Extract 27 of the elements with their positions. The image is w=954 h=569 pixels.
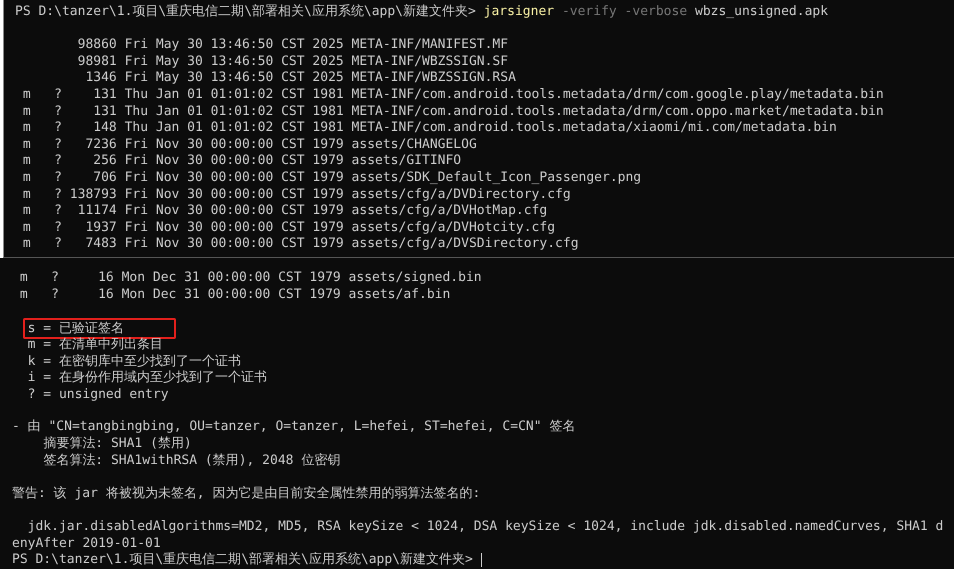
file-entry-line: m ? 706 Fri Nov 30 00:00:00 CST 1979 assets/SDK_Default_Icon_Passenger.png xyxy=(22,170,642,187)
file-entry-line: m ? 7236 Fri Nov 30 00:00:00 CST 1979 assets/CHANGELOG xyxy=(22,136,478,154)
file-entry-line: 1346 Fri May 30 13:46:50 CST 2025 META-INF/WBZSSIGN.RSA xyxy=(84,70,517,87)
warning-line: 警告: 该 jar 将被视为未签名, 因为它是由目前安全属性禁用的弱算法签名的: xyxy=(12,486,482,502)
file-entry-line: m ? 16 Mon Dec 31 00:00:00 CST 1979 assets/af.bin xyxy=(18,286,452,304)
file-entry-line: m ? 11174 Fri Nov 30 00:00:00 CST 1979 assets/cfg/a/DVHotMap.cfg xyxy=(22,203,548,220)
prompt-line: PS D:\tanzer\1.项目\重庆电信二期\部署相关\应用系统\app\新建文件夹> xyxy=(12,552,473,569)
file-entry-line: m ? 16 Mon Dec 31 00:00:00 CST 1979 assets/signed.bin xyxy=(18,270,483,287)
legend-line: i = 在身份作用域内至少找到了一个证书 xyxy=(28,370,267,386)
file-entry-line: m ? 138793 Fri Nov 30 00:00:00 CST 1979 assets/cfg/a/DVDirectory.cfg xyxy=(22,186,572,204)
text-cursor xyxy=(480,553,482,568)
file-entry-line: m ? 131 Thu Jan 01 01:01:02 CST 1981 META-INF/com.android.tools.metadata/drm/com.oppo.market/metadata.bin xyxy=(22,104,885,120)
legend-line: m = 在清单中列出条目 xyxy=(28,337,163,352)
command-line: PS D:\tanzer\1.项目\重庆电信二期\部署相关\应用系统\app\新建文件夹> jarsigner -verify -verbose wbzs_unsigned.apk xyxy=(15,4,830,21)
file-entry-line: m ? 1937 Fri Nov 30 00:00:00 CST 1979 assets/cfg/a/DVHotcity.cfg xyxy=(22,220,556,236)
file-entry-line: m ? 7483 Fri Nov 30 00:00:00 CST 1979 assets/cfg/a/DVSDirectory.cfg xyxy=(22,236,580,253)
file-entry-line: m ? 131 Thu Jan 01 01:01:02 CST 1981 META-INF/com.android.tools.metadata/drm/com.google.play/metadata.bin xyxy=(22,86,885,104)
algorithm-line: 签名算法: SHA1withRSA (禁用), 2048 位密钥 xyxy=(42,452,342,470)
file-entry-line: m ? 148 Thu Jan 01 01:01:02 CST 1981 META-INF/com.android.tools.metadata/xiaomi/mi.com/metadata.bin xyxy=(22,120,838,137)
file-entry-line: 98860 Fri May 30 13:46:50 CST 2025 META-INF/MANIFEST.MF xyxy=(76,37,510,54)
algorithm-line: 摘要算法: SHA1 (禁用) xyxy=(42,436,193,453)
legend-line: ? = unsigned entry xyxy=(28,386,169,402)
signer-line: - 由 "CN=tangbingbing, OU=tanzer, O=tanzer, L=hefei, ST=hefei, C=CN" 签名 xyxy=(12,419,576,436)
property-line: jdk.jar.disabledAlgorithms=MD2, MD5, RSA keySize < 1024, DSA keySize < 1024, include jdk.disabled.namedCurves, SHA1 denyAfter 2019-01-01 xyxy=(12,518,944,552)
file-entry-line: 98981 Fri May 30 13:46:50 CST 2025 META-INF/WBZSSIGN.SF xyxy=(76,54,510,70)
legend-line: k = 在密钥库中至少找到了一个证书 xyxy=(28,354,241,369)
file-entry-line: m ? 256 Fri Nov 30 00:00:00 CST 1979 assets/GITINFO xyxy=(22,153,462,170)
